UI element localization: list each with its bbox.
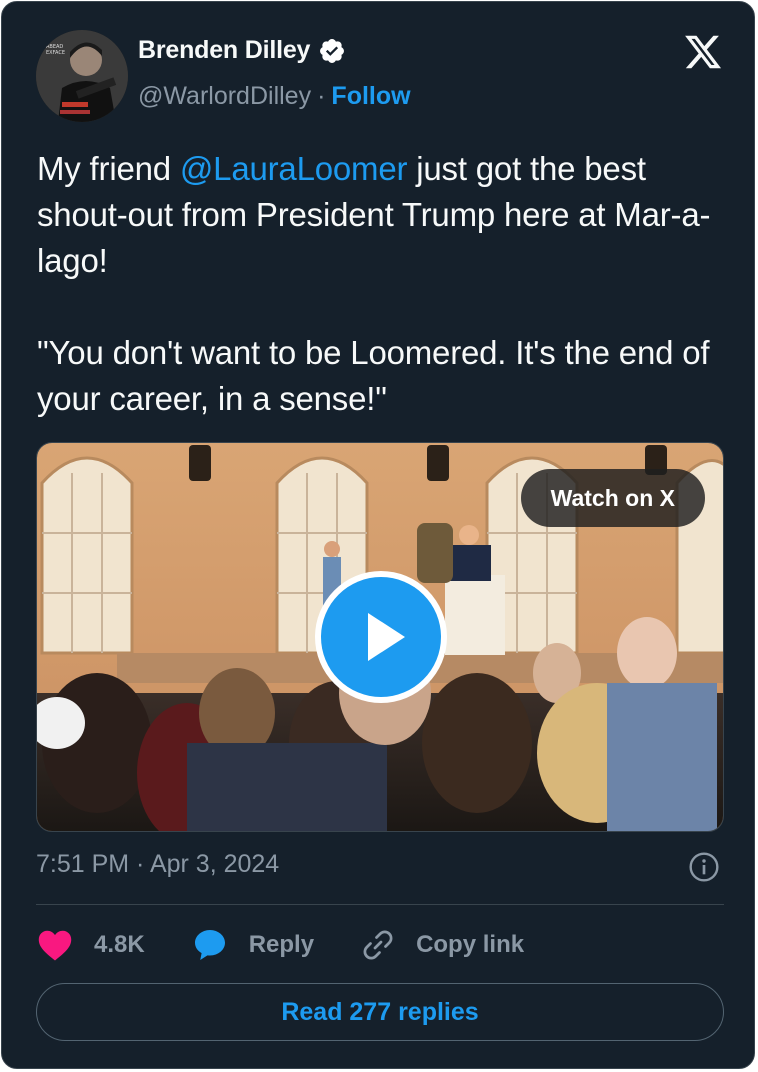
read-replies-label: Read 277 replies (281, 997, 479, 1026)
tweet-paragraph: My friend @LauraLoomer just got the best… (37, 146, 737, 284)
action-bar: 4.8K Reply Copy link (36, 922, 570, 968)
author-handle[interactable]: @WarlordDilley (138, 82, 311, 111)
avatar-image: ABEAD EXFACE (36, 30, 128, 122)
like-button[interactable]: 4.8K (36, 928, 145, 962)
copy-link-label: Copy link (416, 931, 525, 958)
copy-link-button[interactable]: Copy link (360, 927, 524, 963)
verified-badge-icon (320, 38, 345, 63)
play-icon (368, 613, 405, 661)
like-count: 4.8K (94, 931, 145, 958)
tweet-card: ABEAD EXFACE Brenden Dilley @WarlordDill… (1, 1, 755, 1069)
mention-link[interactable]: @LauraLoomer (180, 150, 408, 187)
read-replies-button[interactable]: Read 277 replies (36, 983, 724, 1041)
tweet-quote: "You don't want to be Loomered. It's the… (37, 334, 710, 417)
info-icon[interactable] (688, 851, 720, 883)
reply-button[interactable]: Reply (191, 927, 314, 963)
link-icon (363, 930, 393, 960)
x-logo-icon[interactable] (682, 32, 724, 72)
tweet-text-start: My friend (37, 150, 180, 187)
tweet-timestamp[interactable]: 7:51 PM · Apr 3, 2024 (36, 850, 279, 879)
watch-on-x-button[interactable]: Watch on X (520, 469, 705, 527)
tweet-text: My friend @LauraLoomer just got the best… (37, 146, 737, 422)
video-media[interactable]: Watch on X (36, 442, 724, 832)
separator-dot: · (317, 82, 326, 110)
heart-icon (38, 930, 72, 961)
divider (36, 904, 724, 905)
play-button[interactable] (315, 571, 447, 703)
follow-button[interactable]: Follow (331, 82, 410, 111)
watch-label: Watch on X (550, 484, 675, 511)
author-name[interactable]: Brenden Dilley (138, 36, 310, 65)
svg-text:EXFACE: EXFACE (46, 50, 65, 56)
reply-bubble-icon (194, 930, 225, 960)
avatar[interactable]: ABEAD EXFACE (36, 30, 128, 122)
reply-label: Reply (248, 931, 315, 958)
